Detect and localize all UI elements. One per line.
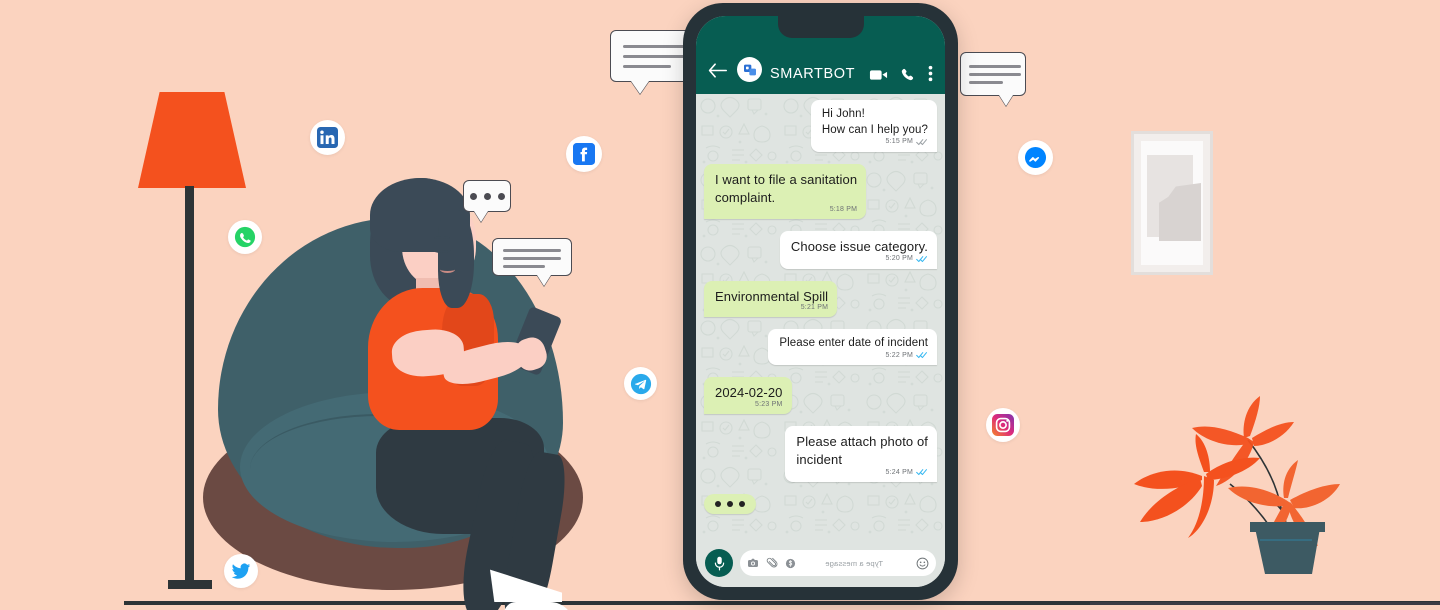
message-time: 5:21 PM: [800, 304, 829, 312]
overflow-menu-icon[interactable]: [928, 65, 933, 82]
floating-bubble-dots: [463, 180, 511, 222]
message-text: Environmental Spill: [715, 288, 829, 304]
floating-bubble-top-right: [960, 52, 1026, 106]
lamp-shade-icon: [138, 92, 246, 188]
message-bubble[interactable]: Hi John! How can I help you? 5:15 PM: [810, 100, 937, 152]
frame-artwork: [1141, 141, 1203, 265]
message-text-input[interactable]: Type a message: [740, 550, 936, 576]
message-text: Please attach photo of incident: [796, 434, 928, 468]
message-row: Please attach photo of incident 5:24 PM: [704, 426, 937, 483]
phone-mockup: SMARTBOT Hi John! How can I help you? 5:…: [683, 3, 958, 600]
badge-twitter[interactable]: [224, 554, 258, 588]
message-bubble[interactable]: 2024-02-20 5:23 PM: [704, 377, 792, 415]
wall-picture-frame: [1131, 131, 1213, 275]
message-bubble[interactable]: Please attach photo of incident 5:24 PM: [785, 426, 937, 483]
message-ticks-icon: [916, 255, 928, 262]
message-bubble[interactable]: I want to file a sanitation complaint. 5:1…: [704, 163, 867, 219]
message-time: 5:20 PM: [885, 255, 913, 263]
message-meta: 5:21 PM: [715, 304, 828, 311]
message-placeholder: Type a message: [825, 558, 883, 568]
video-camera-icon[interactable]: [869, 68, 888, 82]
message-meta: 5:22 PM: [779, 351, 928, 359]
seated-person-with-phone: [330, 170, 610, 610]
phone-call-icon[interactable]: [900, 67, 915, 82]
message-list: Hi John! How can I help you? 5:15 PM I want…: [696, 94, 945, 515]
person-smile: [440, 266, 455, 273]
payment-icon[interactable]: [785, 558, 796, 569]
typing-dots-group: [464, 181, 510, 211]
message-bubble[interactable]: Environmental Spill 5:21 PM: [704, 280, 838, 318]
message-row: 2024-02-20 5:23 PM: [704, 377, 937, 415]
person-eye: [432, 246, 451, 253]
messenger-icon: [1024, 146, 1047, 169]
message-meta: 5:24 PM: [796, 468, 928, 476]
twitter-icon: [231, 563, 251, 579]
message-row: Choose issue category. 5:20 PM: [704, 230, 937, 269]
badge-telegram[interactable]: [624, 367, 657, 400]
instagram-icon: [992, 414, 1014, 436]
message-ticks-icon: [916, 352, 928, 359]
facebook-icon: [573, 143, 595, 165]
whatsapp-icon: [234, 226, 256, 248]
message-text: Please enter date of incident: [779, 337, 928, 350]
phone-notch: [777, 16, 864, 38]
chat-title: SMARTBOT: [770, 66, 856, 82]
floating-bubble-mid-left: [492, 238, 572, 286]
message-row: Hi John! How can I help you? 5:15 PM: [704, 100, 937, 152]
message-time: 5:24 PM: [885, 468, 913, 476]
back-arrow-icon[interactable]: [706, 63, 729, 82]
message-meta: 5:20 PM: [791, 255, 928, 263]
emoji-smiley-icon[interactable]: [916, 557, 929, 570]
message-row: I want to file a sanitation complaint. 5:1…: [704, 163, 937, 219]
message-time: 5:18 PM: [829, 205, 858, 213]
chat-message-area[interactable]: Hi John! How can I help you? 5:15 PM I want…: [696, 94, 945, 539]
message-ticks-icon: [916, 138, 928, 145]
microphone-icon[interactable]: [705, 549, 733, 577]
message-row: Environmental Spill 5:21 PM: [704, 280, 937, 318]
badge-facebook[interactable]: [566, 136, 602, 172]
message-row: Please enter date of incident 5:22 PM: [704, 329, 937, 366]
camera-icon[interactable]: [747, 557, 759, 569]
badge-messenger[interactable]: [1018, 140, 1053, 175]
potted-plant: [1090, 380, 1440, 610]
message-bubble[interactable]: Choose issue category. 5:20 PM: [779, 230, 937, 269]
message-text: Choose issue category.: [790, 238, 928, 254]
typing-indicator-row: [704, 494, 937, 515]
message-meta: 5:18 PM: [715, 206, 857, 213]
badge-whatsapp[interactable]: [228, 220, 262, 254]
lamp-base: [168, 580, 212, 589]
illustration-scene: SMARTBOT Hi John! How can I help you? 5:…: [0, 0, 1440, 610]
person-eyebrow: [434, 236, 450, 241]
badge-instagram[interactable]: [986, 408, 1020, 442]
badge-linkedin[interactable]: [310, 120, 345, 155]
message-time: 5:22 PM: [885, 351, 913, 359]
message-bubble[interactable]: Please enter date of incident 5:22 PM: [768, 329, 937, 366]
linkedin-icon: [317, 127, 338, 148]
message-meta: 5:23 PM: [715, 401, 783, 408]
message-time: 5:23 PM: [755, 401, 783, 409]
message-text: I want to file a sanitation complaint.: [715, 171, 858, 205]
telegram-icon: [630, 373, 651, 394]
phone-screen: SMARTBOT Hi John! How can I help you? 5:…: [696, 16, 945, 587]
message-ticks-icon: [916, 469, 928, 476]
plant-leaves-icon: [1134, 396, 1340, 574]
message-meta: 5:15 PM: [822, 138, 928, 146]
message-text: 2024-02-20: [715, 385, 783, 401]
bot-avatar-icon[interactable]: [737, 57, 762, 82]
typing-indicator: [704, 494, 756, 515]
message-time: 5:15 PM: [885, 138, 913, 146]
person-hair-side: [438, 210, 474, 308]
paperclip-icon[interactable]: [766, 557, 778, 569]
message-input-bar: Type a message: [696, 539, 945, 587]
message-text: Hi John! How can I help you?: [821, 108, 928, 136]
lamp-pole: [185, 186, 194, 584]
